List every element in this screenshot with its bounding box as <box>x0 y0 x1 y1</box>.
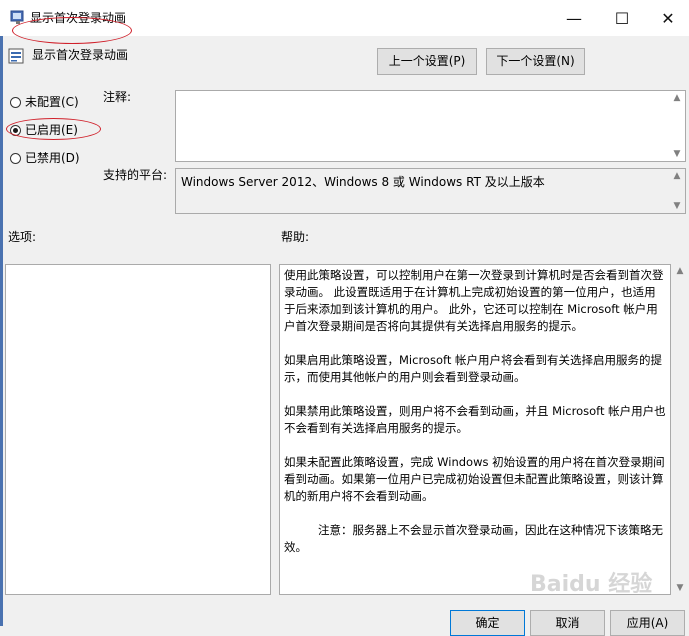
platform-scrollbar[interactable]: ▲ ▼ <box>669 169 685 213</box>
previous-setting-button[interactable]: 上一个设置(P) <box>377 48 477 75</box>
annotation-ellipse-enabled <box>6 118 101 140</box>
help-paragraph: 注意：服务器上不会显示首次登录动画，因此在这种情况下该策略无效。 <box>284 523 663 554</box>
radio-disabled[interactable]: 已禁用(D) <box>10 150 80 166</box>
apply-button[interactable]: 应用(A) <box>610 610 685 636</box>
help-paragraph: 使用此策略设置，可以控制用户在第一次登录到计算机时是否会看到首次登录动画。 此设… <box>284 268 664 333</box>
watermark: Baidu 经验 <box>530 572 653 597</box>
policy-name: 显示首次登录动画 <box>32 48 129 62</box>
supported-on-label: 支持的平台: <box>103 168 168 182</box>
scroll-up-icon[interactable]: ▲ <box>669 169 685 183</box>
help-panel: 使用此策略设置，可以控制用户在第一次登录到计算机时是否会看到首次登录动画。 此设… <box>279 264 671 595</box>
help-text: 使用此策略设置，可以控制用户在第一次登录到计算机时是否会看到首次登录动画。 此设… <box>284 267 667 573</box>
radio-not-configured[interactable]: 未配置(C) <box>10 94 79 110</box>
scroll-down-icon[interactable]: ▼ <box>669 199 685 213</box>
radio-circle-icon <box>10 96 21 108</box>
scroll-up-icon[interactable]: ▲ <box>669 91 685 105</box>
help-paragraph: 如果未配置此策略设置，完成 Windows 初始设置的用户将在首次登录期间看到动… <box>284 455 665 503</box>
comment-scrollbar[interactable]: ▲ ▼ <box>669 91 685 161</box>
ok-button[interactable]: 确定 <box>450 610 525 636</box>
next-setting-button[interactable]: 下一个设置(N) <box>486 48 585 75</box>
background-window-edge <box>0 36 3 626</box>
radio-label: 已禁用(D) <box>25 151 80 165</box>
cancel-button[interactable]: 取消 <box>530 610 605 636</box>
help-scrollbar[interactable]: ▲ ▼ <box>672 264 688 595</box>
scroll-down-icon[interactable]: ▼ <box>669 147 685 161</box>
comment-label: 注释: <box>103 90 132 104</box>
options-label: 选项: <box>8 230 37 244</box>
help-paragraph: 如果启用此策略设置，Microsoft 帐户用户将会看到有关选择启用服务的提示，… <box>284 353 662 384</box>
policy-setting-icon <box>8 48 24 64</box>
close-button[interactable]: ✕ <box>645 0 689 36</box>
help-paragraph: 如果禁用此策略设置，则用户将不会看到动画，并且 Microsoft 帐户用户也不… <box>284 404 666 435</box>
radio-circle-icon <box>10 152 21 164</box>
supported-platform-text: Windows Server 2012、Windows 8 或 Windows … <box>181 175 545 189</box>
options-panel <box>5 264 271 595</box>
minimize-button[interactable]: — <box>551 0 597 36</box>
scroll-up-icon[interactable]: ▲ <box>672 264 688 278</box>
scroll-down-icon[interactable]: ▼ <box>672 581 688 595</box>
help-label: 帮助: <box>281 230 310 244</box>
comment-textarea[interactable]: ▲ ▼ <box>175 90 686 162</box>
annotation-ellipse-title <box>12 17 132 44</box>
supported-platform-box: Windows Server 2012、Windows 8 或 Windows … <box>175 168 686 214</box>
radio-label: 未配置(C) <box>25 95 79 109</box>
maximize-button[interactable]: ☐ <box>599 0 645 36</box>
